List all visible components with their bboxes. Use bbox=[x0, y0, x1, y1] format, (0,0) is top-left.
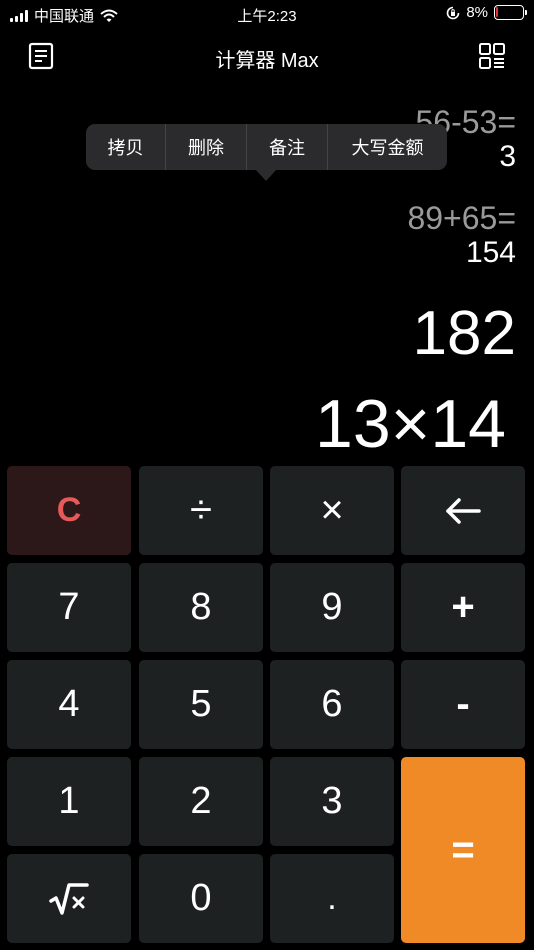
minus-button[interactable]: - bbox=[401, 660, 525, 749]
equals-button[interactable]: = bbox=[401, 757, 525, 943]
square-root-button[interactable] bbox=[7, 854, 131, 943]
history-entry[interactable]: 89+65= 154 bbox=[407, 200, 516, 270]
digit-5-button[interactable]: 5 bbox=[139, 660, 263, 749]
digit-6-button[interactable]: 6 bbox=[270, 660, 394, 749]
status-right: 8% bbox=[446, 4, 527, 21]
multiply-button[interactable]: × bbox=[270, 466, 394, 555]
context-menu: 拷贝 删除 备注 大写金额 bbox=[86, 124, 447, 170]
plus-button[interactable]: + bbox=[401, 563, 525, 652]
grid-menu-icon[interactable] bbox=[478, 42, 506, 70]
square-root-icon bbox=[49, 882, 89, 915]
context-menu-arrow bbox=[255, 169, 277, 181]
divide-button[interactable]: ÷ bbox=[139, 466, 263, 555]
rotation-lock-icon bbox=[447, 6, 460, 19]
digit-8-button[interactable]: 8 bbox=[139, 563, 263, 652]
status-bar: 中国联通 上午2:23 8% bbox=[0, 0, 534, 28]
history-expression: 89+65= bbox=[407, 200, 516, 236]
digit-7-button[interactable]: 7 bbox=[7, 563, 131, 652]
context-menu-capital-amount[interactable]: 大写金额 bbox=[328, 124, 447, 170]
context-menu-copy[interactable]: 拷贝 bbox=[86, 124, 166, 170]
left-arrow-icon bbox=[446, 497, 481, 524]
digit-4-button[interactable]: 4 bbox=[7, 660, 131, 749]
digit-0-button[interactable]: 0 bbox=[139, 854, 263, 943]
battery-icon bbox=[494, 5, 527, 20]
digit-2-button[interactable]: 2 bbox=[139, 757, 263, 846]
digit-9-button[interactable]: 9 bbox=[270, 563, 394, 652]
history-result: 154 bbox=[465, 236, 516, 269]
context-menu-note[interactable]: 备注 bbox=[247, 124, 328, 170]
backspace-button[interactable] bbox=[401, 466, 525, 555]
battery-percent: 8% bbox=[466, 4, 488, 21]
app-title: 计算器 Max bbox=[215, 50, 319, 72]
digit-3-button[interactable]: 3 bbox=[270, 757, 394, 846]
clear-button[interactable]: C bbox=[7, 466, 131, 555]
current-expression: 13×14 bbox=[315, 386, 506, 462]
context-menu-delete[interactable]: 删除 bbox=[166, 124, 247, 170]
decimal-point-button[interactable]: . bbox=[270, 854, 394, 943]
current-result: 182 bbox=[412, 299, 516, 368]
digit-1-button[interactable]: 1 bbox=[7, 757, 131, 846]
app-header: 计算器 Max bbox=[0, 36, 534, 76]
